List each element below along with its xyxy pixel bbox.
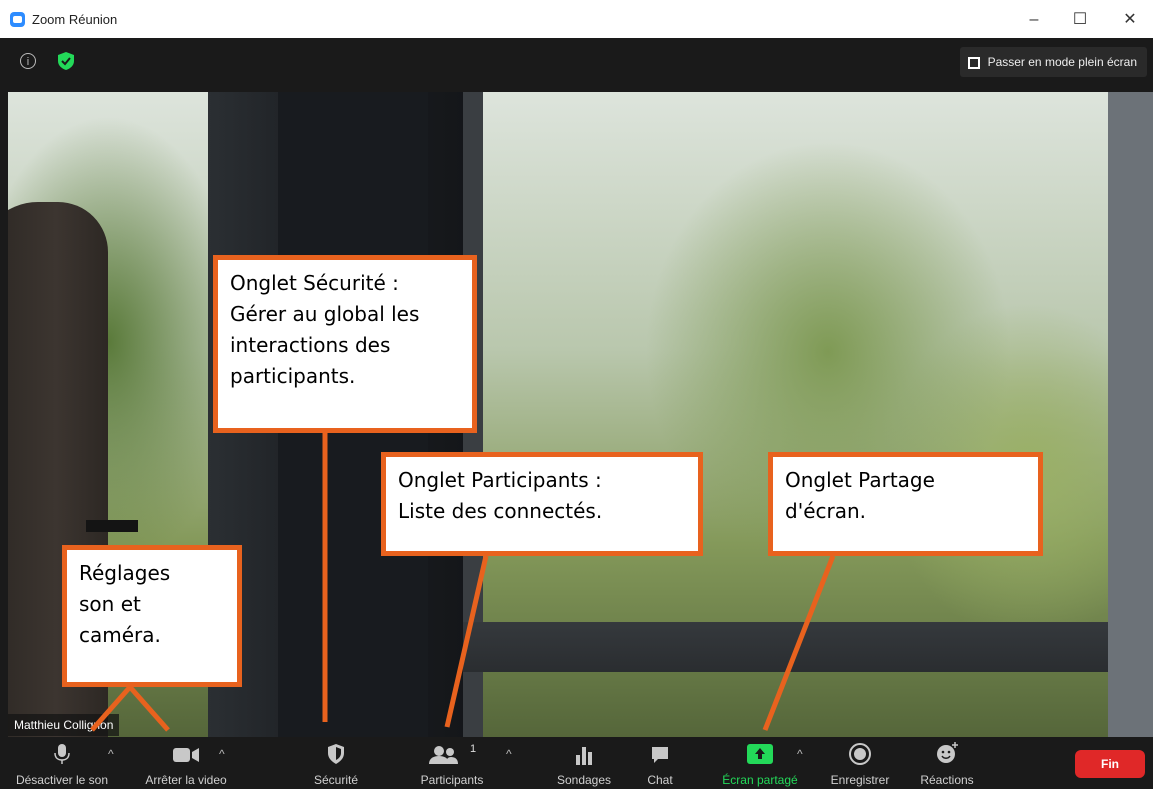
window-sash-horizontal: [463, 622, 1153, 672]
polls-button[interactable]: Sondages: [552, 737, 616, 789]
callout-partage: Onglet Partage d'écran.: [768, 452, 1043, 556]
stop-video-button[interactable]: Arrêter la video: [134, 737, 238, 789]
callout-line: son et: [79, 592, 141, 616]
mute-button[interactable]: Désactiver le son: [4, 737, 120, 789]
polls-chart-icon: [576, 747, 592, 765]
callout-participants: Onglet Participants : Liste des connecté…: [381, 452, 703, 556]
participants-button[interactable]: 1 Participants: [414, 737, 490, 789]
fullscreen-button[interactable]: Passer en mode plein écran: [959, 47, 1147, 77]
record-label: Enregistrer: [830, 773, 890, 787]
encryption-shield-icon[interactable]: [56, 51, 76, 71]
security-label: Sécurité: [313, 773, 359, 787]
callout-securite: Onglet Sécurité : Gérer au global les in…: [213, 255, 477, 433]
callout-line: Onglet Participants :: [398, 468, 602, 492]
meeting-top-bar: i Passer en mode plein écran: [0, 38, 1153, 92]
maximize-button[interactable]: ☐: [1058, 6, 1102, 34]
reactions-smiley-icon: [937, 742, 958, 763]
video-camera-icon: [173, 748, 199, 762]
fullscreen-label: Passer en mode plein écran: [987, 55, 1137, 69]
share-label: Écran partagé: [722, 773, 798, 787]
callout-line: participants.: [230, 364, 356, 388]
chat-button[interactable]: Chat: [636, 737, 684, 789]
fullscreen-icon: [967, 56, 980, 69]
chat-bubble-icon: [652, 747, 668, 763]
minimize-button[interactable]: –: [1012, 6, 1056, 34]
callout-line: Réglages: [79, 561, 171, 585]
participants-label: Participants: [420, 773, 484, 787]
callout-line: caméra.: [79, 623, 161, 647]
callout-reglages: Réglages son et caméra.: [62, 545, 242, 687]
participants-options-caret[interactable]: ^: [506, 747, 512, 761]
video-label: Arrêter la video: [145, 773, 227, 787]
end-meeting-button[interactable]: Fin: [1075, 750, 1145, 778]
share-screen-button[interactable]: Écran partagé: [712, 737, 808, 789]
title-bar: Zoom Réunion – ☐ ✕: [0, 0, 1153, 38]
mute-label: Désactiver le son: [15, 773, 109, 787]
callout-line: interactions des: [230, 333, 391, 357]
audio-options-caret[interactable]: ^: [108, 747, 114, 761]
callout-line: d'écran.: [785, 499, 867, 523]
meeting-toolbar: Désactiver le son ^ Arrêter la video ^ S…: [0, 737, 1153, 789]
callout-line: Onglet Partage: [785, 468, 935, 492]
polls-label: Sondages: [556, 773, 612, 787]
microphone-icon: [54, 744, 70, 764]
security-shield-icon: [328, 744, 344, 764]
window-sash-right: [1108, 92, 1153, 737]
zoom-logo-icon: [10, 12, 25, 27]
video-options-caret[interactable]: ^: [219, 747, 225, 761]
record-icon: [849, 743, 871, 765]
record-button[interactable]: Enregistrer: [822, 737, 898, 789]
callout-line: Liste des connectés.: [398, 499, 603, 523]
participant-name-label: Matthieu Collignon: [8, 714, 120, 736]
window-title: Zoom Réunion: [32, 12, 118, 27]
reactions-button[interactable]: Réactions: [912, 737, 982, 789]
close-button[interactable]: ✕: [1108, 6, 1152, 34]
chat-label: Chat: [647, 773, 673, 787]
participants-count: 1: [470, 743, 477, 755]
reactions-label: Réactions: [920, 773, 974, 787]
callout-line: Onglet Sécurité :: [230, 271, 399, 295]
share-options-caret[interactable]: ^: [797, 747, 803, 761]
redaction-bar: [86, 520, 138, 532]
security-button[interactable]: Sécurité: [298, 737, 374, 789]
participants-icon: [429, 746, 458, 764]
share-screen-icon: [747, 744, 773, 764]
callout-line: Gérer au global les: [230, 302, 420, 326]
info-icon[interactable]: i: [20, 53, 36, 69]
